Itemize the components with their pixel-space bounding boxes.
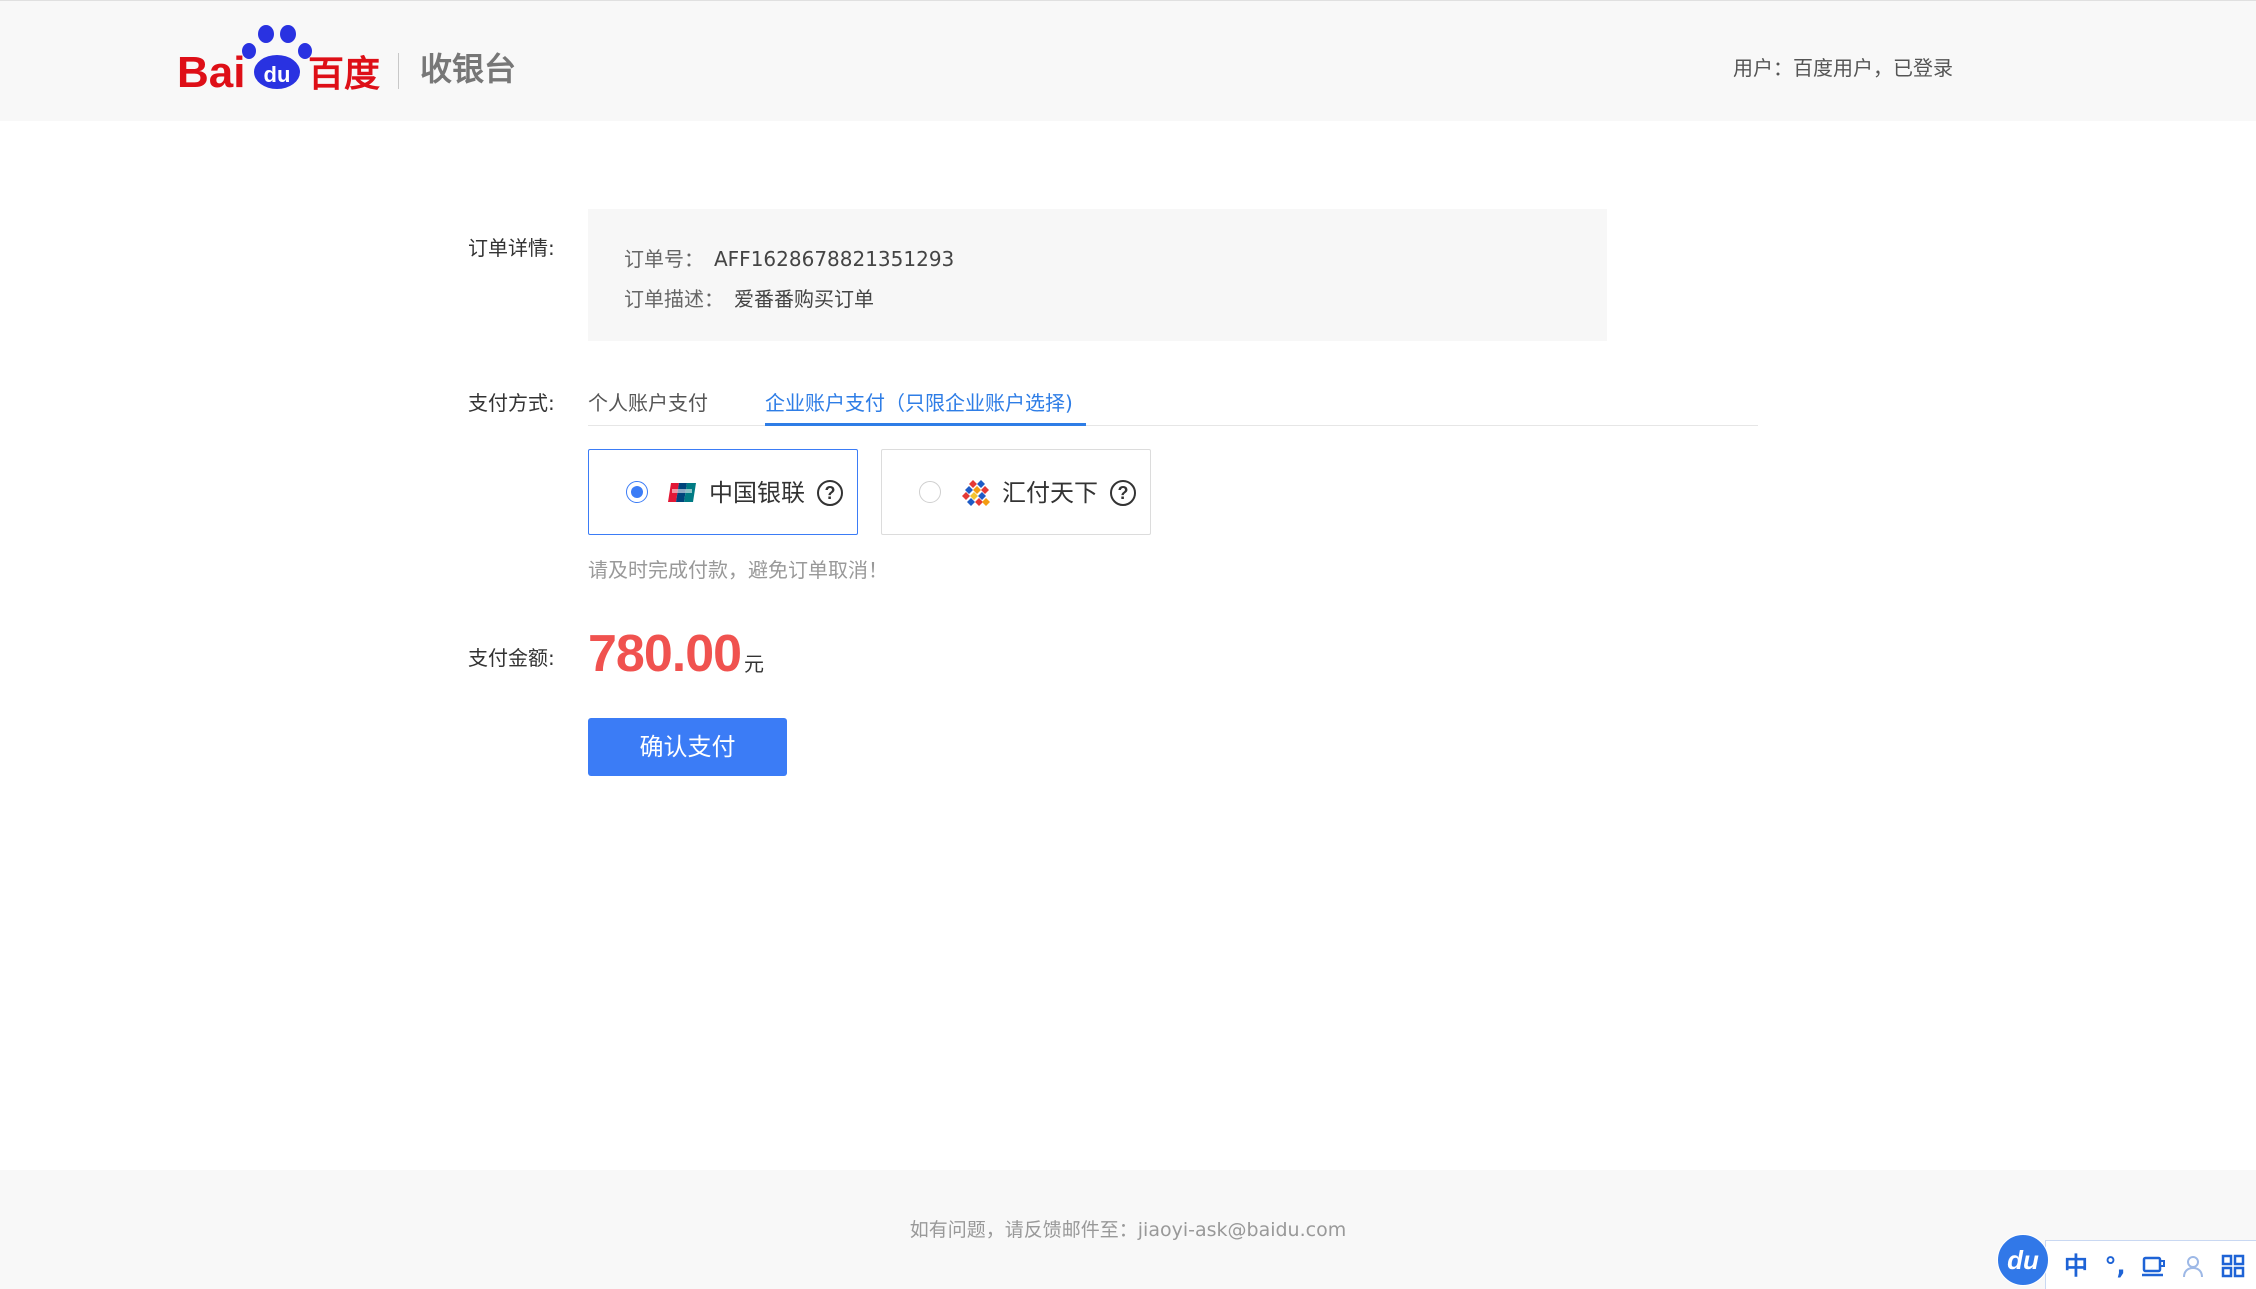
payment-amount-label: 支付金额:	[468, 646, 555, 670]
logo-cn-text: 百度	[308, 54, 380, 95]
user-login-status: 用户：百度用户，已登录	[1733, 56, 1953, 80]
unionpay-label: 中国银联	[709, 479, 805, 507]
radio-chinapnr[interactable]	[919, 481, 941, 503]
payment-amount: 780.00 元	[588, 628, 764, 680]
logo-paw-text: du	[264, 62, 291, 87]
chinapnr-help-icon[interactable]: ?	[1110, 480, 1136, 506]
order-description-label: 订单描述：	[624, 287, 724, 311]
chinapnr-icon	[962, 480, 990, 506]
confirm-payment-button[interactable]: 确认支付	[588, 718, 787, 776]
tab-bar-divider	[588, 425, 1758, 426]
ime-logo-button[interactable]: du	[1997, 1234, 2049, 1286]
order-details-label: 订单详情:	[468, 236, 555, 260]
footer: 如有问题，请反馈邮件至：jiaoyi-ask@baidu.com	[0, 1170, 2256, 1289]
order-number-value: AFF1628678821351293	[714, 247, 955, 271]
payment-method-label: 支付方式:	[468, 391, 555, 415]
unionpay-icon	[668, 483, 696, 502]
radio-dot	[631, 486, 643, 498]
radio-unionpay[interactable]	[626, 481, 648, 503]
order-number-row: 订单号： AFF1628678821351293	[624, 245, 954, 273]
app-title: 收银台	[420, 50, 517, 88]
amount-value: 780.00	[588, 625, 742, 683]
keyboard-icon[interactable]	[2141, 1253, 2167, 1279]
toolbox-icon[interactable]	[2221, 1254, 2245, 1278]
unionpay-help-icon[interactable]: ?	[817, 480, 843, 506]
amount-unit: 元	[744, 652, 765, 676]
payment-notice: 请及时完成付款，避免订单取消！	[588, 558, 888, 582]
baidu-logo: Bai du 百度	[177, 25, 380, 97]
order-number-label: 订单号：	[624, 247, 704, 271]
order-details-panel: 订单号： AFF1628678821351293 订单描述： 爱番番购买订单	[588, 209, 1607, 341]
order-description-value: 爱番番购买订单	[734, 287, 874, 311]
ime-punctuation-toggle[interactable]: °,	[2101, 1252, 2129, 1280]
tab-enterprise-account[interactable]: 企业账户支付（只限企业账户选择)	[765, 389, 1086, 426]
chinapnr-label: 汇付天下	[1002, 479, 1098, 507]
payment-option-unionpay[interactable]: 中国银联 ?	[588, 449, 858, 535]
payment-option-chinapnr[interactable]: 汇付天下 ?	[881, 449, 1151, 535]
footer-contact-text: 如有问题，请反馈邮件至：jiaoyi-ask@baidu.com	[909, 1219, 1347, 1241]
logo-latin-text: Bai	[177, 48, 245, 97]
user-icon[interactable]	[2180, 1253, 2206, 1279]
logo-divider	[398, 53, 399, 89]
tab-personal-account[interactable]: 个人账户支付	[588, 389, 708, 426]
order-description-row: 订单描述： 爱番番购买订单	[624, 285, 874, 313]
ime-mode-toggle[interactable]: 中	[2063, 1252, 2089, 1280]
